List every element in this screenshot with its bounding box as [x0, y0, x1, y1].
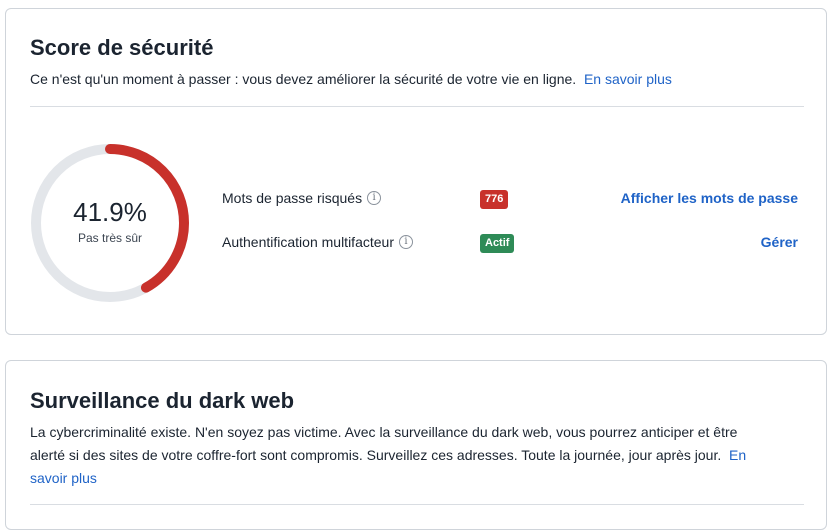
mfa-status-badge: Actif	[480, 234, 515, 253]
gauge-center: 41.9% Pas très sûr	[28, 141, 192, 305]
risky-passwords-count-badge: 776	[480, 190, 509, 209]
security-score-description-text: Ce n'est qu'un moment à passer : vous de…	[30, 71, 577, 87]
divider	[30, 106, 804, 107]
info-icon[interactable]: i	[367, 191, 382, 205]
security-score-value: 41.9%	[73, 197, 147, 227]
risky-passwords-row: Mots de passe risqués i 776 Afficher les…	[222, 187, 798, 211]
security-score-learn-more-link[interactable]: En savoir plus	[584, 71, 672, 87]
mfa-row: Authentification multifacteur i Actif Gé…	[222, 231, 798, 255]
risky-passwords-label: Mots de passe risqués	[222, 190, 363, 206]
manage-mfa-link[interactable]: Gérer	[761, 234, 798, 250]
dark-web-monitoring-card: Surveillance du dark web La cybercrimina…	[5, 360, 827, 530]
info-icon[interactable]: i	[398, 235, 413, 249]
show-passwords-link[interactable]: Afficher les mots de passe	[621, 190, 798, 206]
security-score-description: Ce n'est qu'un moment à passer : vous de…	[30, 68, 672, 91]
security-score-card: Score de sécurité Ce n'est qu'un moment …	[5, 8, 827, 335]
security-score-title: Score de sécurité	[30, 35, 214, 60]
mfa-label: Authentification multifacteur	[222, 234, 394, 250]
dark-web-description-text: La cybercriminalité existe. N'en soyez p…	[30, 424, 738, 463]
dark-web-description: La cybercriminalité existe. N'en soyez p…	[30, 421, 770, 490]
dark-web-title: Surveillance du dark web	[30, 388, 295, 413]
security-score-label: Pas très sûr	[77, 231, 143, 245]
divider	[30, 504, 804, 505]
